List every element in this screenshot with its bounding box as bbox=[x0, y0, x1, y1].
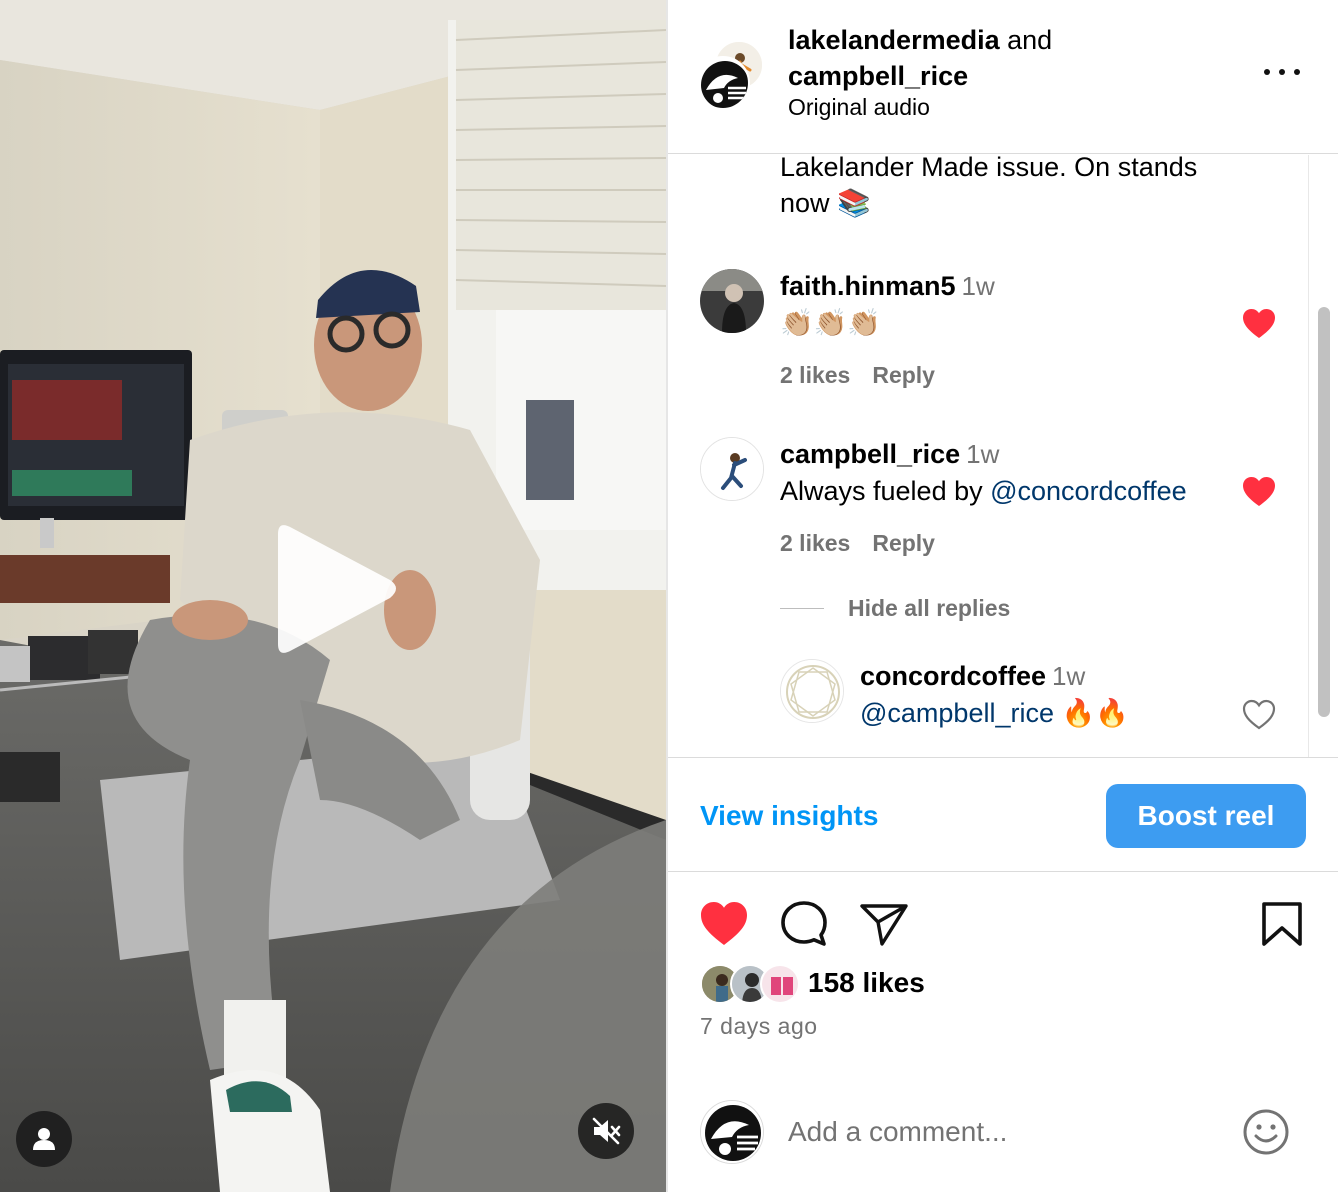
current-user-avatar bbox=[700, 1100, 764, 1164]
emoji-icon[interactable] bbox=[1242, 1108, 1290, 1156]
tagged-users-button[interactable] bbox=[16, 1111, 72, 1167]
mention-link[interactable]: @concordcoffee bbox=[990, 476, 1187, 506]
reply-like-heart-outline-icon[interactable] bbox=[1242, 699, 1276, 731]
comment-username[interactable]: faith.hinman5 1w bbox=[780, 271, 995, 302]
authors-connector: and bbox=[1007, 25, 1053, 55]
comment-text: Always fueled by @concordcoffee bbox=[780, 476, 1187, 506]
reply-time: 1w bbox=[1052, 661, 1086, 691]
reply-button[interactable]: Reply bbox=[872, 362, 935, 388]
comment-meta: 2 likes Reply bbox=[780, 362, 957, 389]
speaker-muted-icon bbox=[592, 1117, 621, 1145]
post-timestamp: 7 days ago bbox=[700, 1013, 818, 1039]
like-heart-filled-icon[interactable] bbox=[698, 898, 750, 950]
comment-time: 1w bbox=[961, 271, 995, 301]
lakelander-logo-icon bbox=[701, 1101, 763, 1163]
comment-input[interactable] bbox=[788, 1106, 1208, 1158]
scrollbar-thumb[interactable] bbox=[1318, 307, 1330, 717]
audio-link[interactable]: Original audio bbox=[788, 94, 930, 121]
boost-reel-button[interactable]: Boost reel bbox=[1106, 784, 1306, 848]
comments-list[interactable]: Lakelander Made issue. On stands now 📚 f… bbox=[668, 155, 1338, 757]
reply-button[interactable]: Reply bbox=[872, 530, 935, 556]
campbell-avatar-image bbox=[701, 438, 763, 500]
comment-icon[interactable] bbox=[778, 898, 830, 950]
user-icon bbox=[33, 1128, 55, 1150]
comment-time: 1w bbox=[966, 439, 1000, 469]
faith-avatar-image bbox=[700, 269, 764, 333]
comment-like-heart-filled-icon[interactable] bbox=[1242, 476, 1276, 508]
post-authors: lakelandermedia and campbell_rice bbox=[788, 22, 1052, 94]
comment-text: 👏🏼👏🏼👏🏼 bbox=[780, 308, 881, 338]
post-side-panel: lakelandermedia and campbell_rice Origin… bbox=[668, 0, 1338, 1192]
reply-username[interactable]: concordcoffee 1w bbox=[860, 661, 1085, 692]
likes-count[interactable]: 158 likes bbox=[808, 967, 925, 999]
commenter-avatar[interactable] bbox=[700, 437, 764, 501]
post-caption: Lakelander Made issue. On stands now 📚 bbox=[780, 155, 1198, 218]
more-horizontal-icon bbox=[1264, 69, 1270, 75]
lakelander-logo-icon bbox=[698, 58, 748, 108]
insights-bar: View insights Boost reel bbox=[668, 757, 1338, 872]
comment-username[interactable]: campbell_rice 1w bbox=[780, 439, 999, 470]
liker-avatar bbox=[760, 964, 800, 1004]
author-avatar[interactable] bbox=[696, 56, 750, 110]
concordcoffee-logo-icon bbox=[781, 660, 843, 722]
commenter-avatar[interactable] bbox=[700, 269, 764, 333]
collaborator-username[interactable]: campbell_rice bbox=[788, 61, 968, 91]
play-icon bbox=[278, 525, 396, 653]
send-icon[interactable] bbox=[858, 898, 910, 950]
more-options-button[interactable] bbox=[1264, 58, 1300, 86]
reply-text: @campbell_rice 🔥🔥 bbox=[860, 698, 1129, 728]
reel-video[interactable] bbox=[0, 0, 666, 1192]
comments-scrollbar[interactable] bbox=[1308, 155, 1338, 757]
liked-by-avatars[interactable] bbox=[700, 964, 804, 1004]
post-header: lakelandermedia and campbell_rice Origin… bbox=[668, 0, 1338, 154]
comment-meta: 2 likes Reply bbox=[780, 530, 957, 557]
bookmark-icon[interactable] bbox=[1256, 898, 1308, 950]
add-comment-bar bbox=[668, 1074, 1338, 1192]
reply-avatar[interactable] bbox=[780, 659, 844, 723]
comment-like-heart-filled-icon[interactable] bbox=[1242, 308, 1276, 340]
view-insights-link[interactable]: View insights bbox=[700, 800, 878, 832]
mention-link[interactable]: @campbell_rice bbox=[860, 698, 1054, 728]
author-username[interactable]: lakelandermedia bbox=[788, 25, 1000, 55]
comment-likes-count[interactable]: 2 likes bbox=[780, 530, 850, 556]
hide-replies-button[interactable]: Hide all replies bbox=[780, 595, 1010, 622]
mute-button[interactable] bbox=[578, 1103, 634, 1159]
play-button[interactable] bbox=[262, 516, 412, 666]
comment-likes-count[interactable]: 2 likes bbox=[780, 362, 850, 388]
